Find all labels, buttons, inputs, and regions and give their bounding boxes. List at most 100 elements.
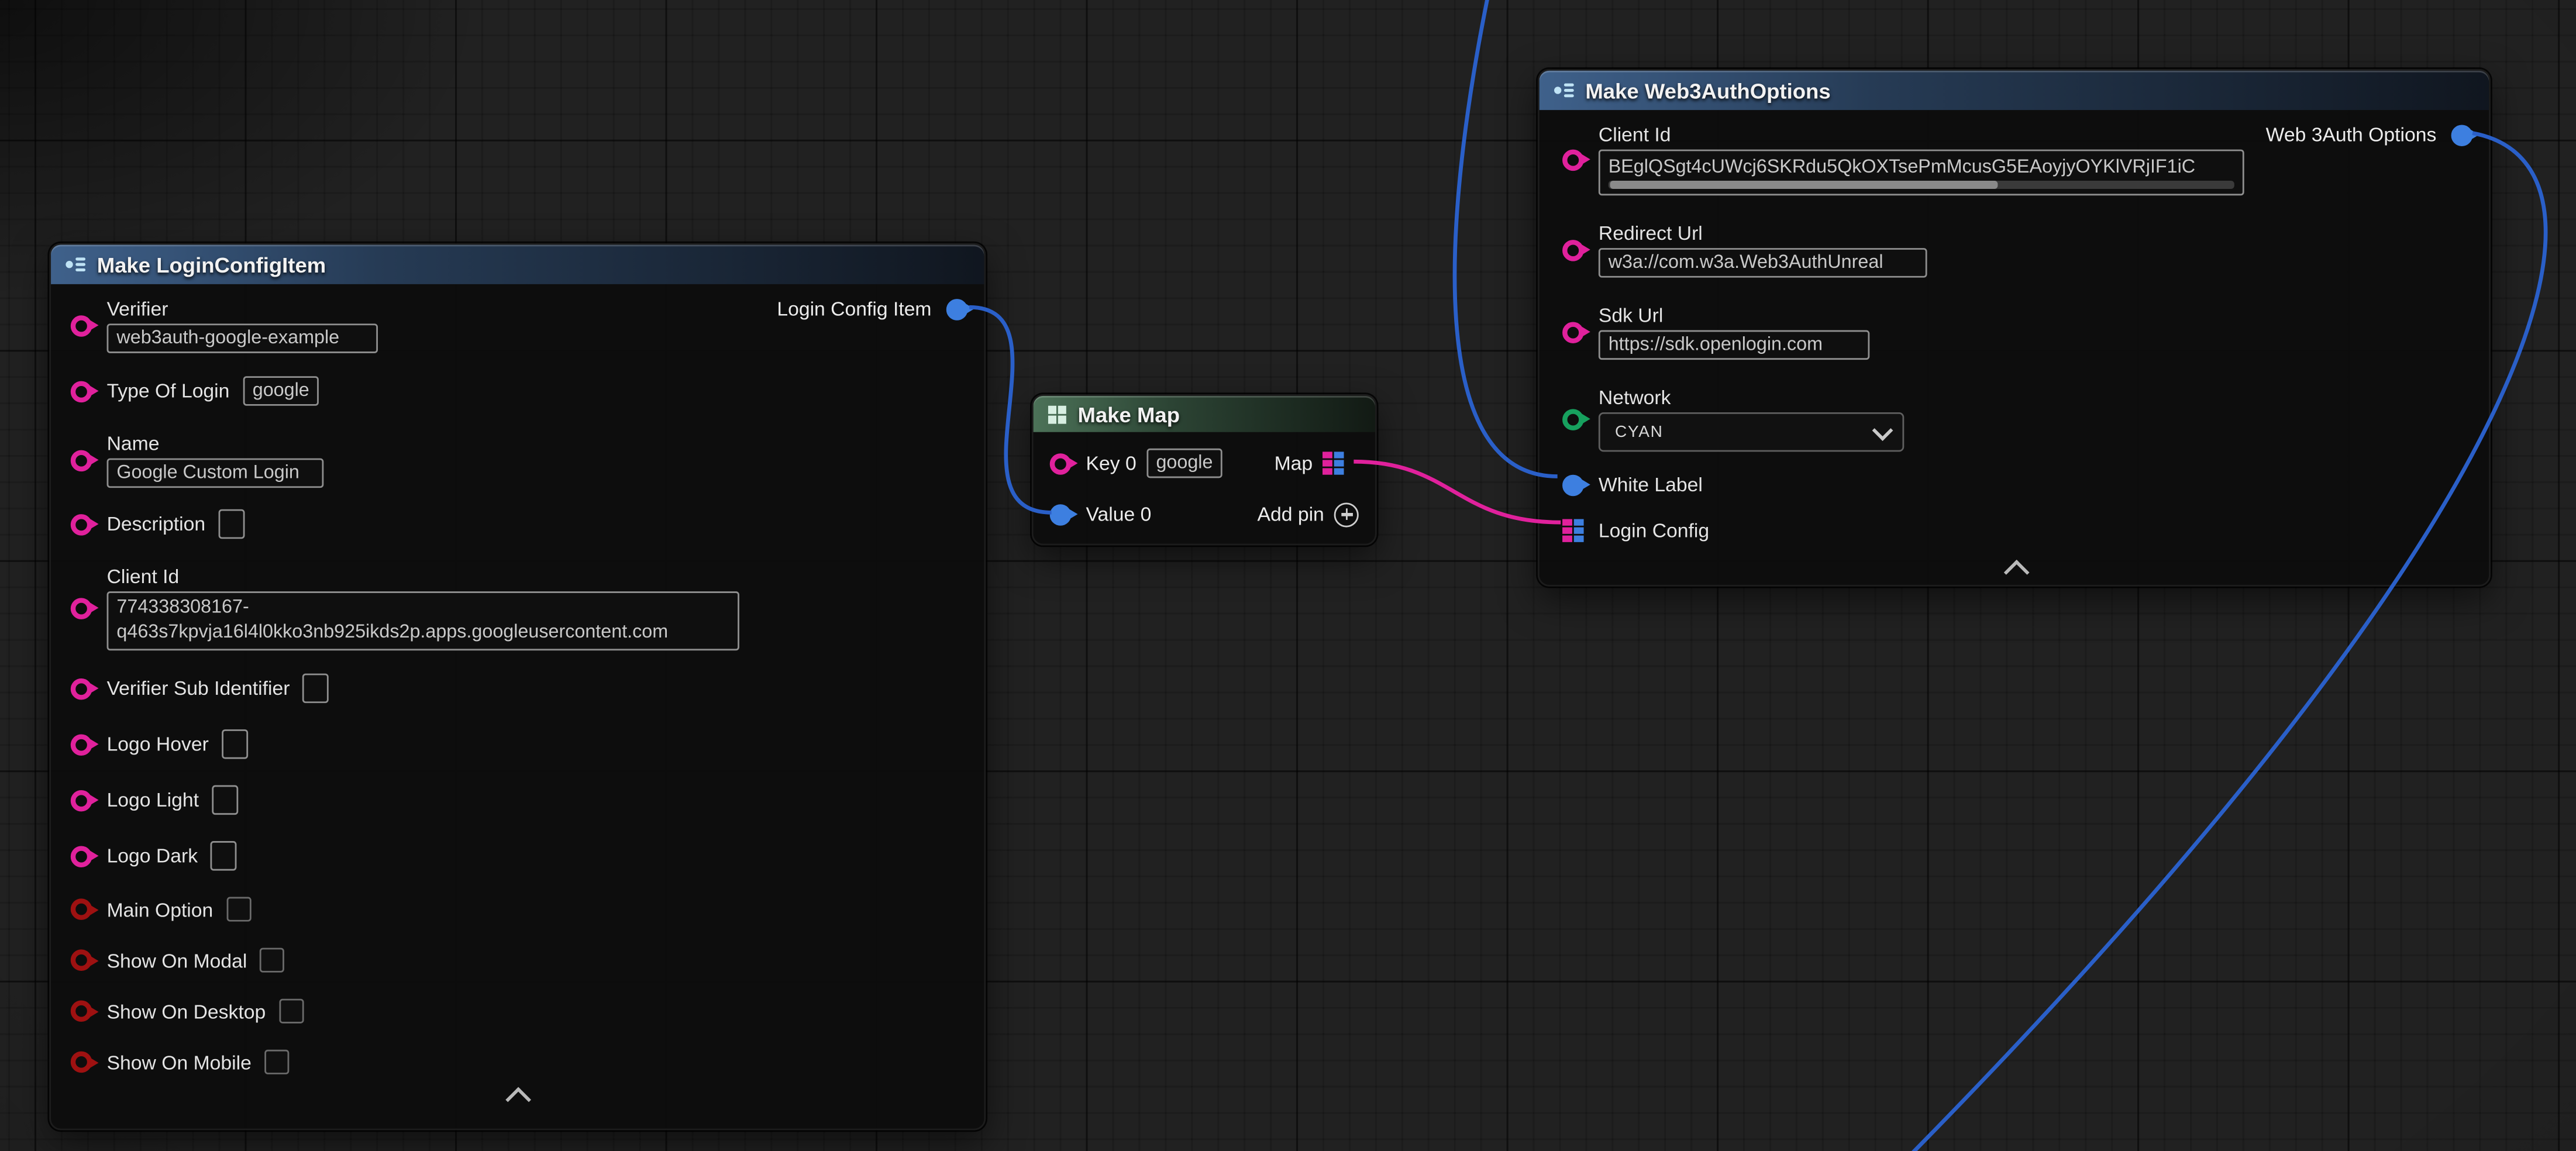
node-title: Make LoginConfigItem [97,252,326,277]
pin-row-login-config: Login Config [1562,518,2469,544]
input-pin-logo-light[interactable] [71,790,92,811]
node-title: Make Map [1078,402,1180,426]
make-struct-icon [1552,79,1575,102]
output-row-login-config-item: Login Config Item [777,297,967,320]
wire-map-to-login-config[interactable] [1354,461,1561,522]
input-pin-logo-dark[interactable] [71,845,92,867]
pin-label-logo-dark: Logo Dark [107,845,198,867]
pin-row-network: Network CYAN [1562,386,2469,452]
pin-row-logo-hover: Logo Hover [71,729,965,759]
pin-row-show-on-mobile: Show On Mobile [71,1050,965,1074]
pin-label-sdk-url: Sdk Url [1599,304,1869,327]
pin-row-logo-light: Logo Light [71,785,965,815]
input-pin-key0[interactable] [1050,453,1072,474]
show-on-mobile-checkbox[interactable] [264,1050,289,1074]
pin-row-redirect-url: Redirect Url w3a://com.w3a.Web3AuthUnrea… [1562,222,2469,277]
chevron-up-icon [2003,560,2029,585]
pin-row-value0: Value 0 Add pin [1034,498,1375,530]
verifier-input[interactable]: web3auth-google-example [107,323,378,353]
node-header-web3authoptions[interactable]: Make Web3AuthOptions [1540,71,2489,110]
collapse-node-button[interactable] [1562,557,2469,585]
network-dropdown[interactable]: CYAN [1599,412,1904,452]
input-pin-show-on-modal[interactable] [71,949,92,971]
collapse-node-button[interactable] [71,1084,965,1112]
input-pin-redirect-url[interactable] [1562,239,1584,261]
logo-dark-input[interactable] [211,841,237,871]
pin-label-login-config: Login Config [1599,519,1709,542]
redirect-url-input[interactable]: w3a://com.w3a.Web3AuthUnreal [1599,248,1927,278]
blueprint-graph-canvas[interactable]: Make LoginConfigItem Login Config Item V… [0,0,2576,1151]
pin-label-key0: Key 0 [1086,452,1137,474]
output-row-web3auth-options: Web 3Auth Options [2266,123,2472,146]
output-pin-label-map: Map [1275,452,1313,474]
pin-row-show-on-desktop: Show On Desktop [71,999,965,1024]
node-make-loginconfigitem[interactable]: Make LoginConfigItem Login Config Item V… [49,243,986,1131]
add-pin-button[interactable]: Add pin [1257,502,1358,526]
pin-label-logo-hover: Logo Hover [107,733,209,756]
output-pin-web3auth-options[interactable] [2451,124,2473,146]
chevron-down-icon [1872,419,1893,440]
logo-hover-input[interactable] [222,729,248,759]
input-pin-verifier[interactable] [71,315,92,336]
input-pin-client-id[interactable] [71,597,92,619]
input-pin-login-config[interactable] [1562,519,1584,542]
pin-row-main-option: Main Option [71,897,965,922]
pin-row-description: Description [71,509,965,539]
node-make-web3authoptions[interactable]: Make Web3AuthOptions Web 3Auth Options C… [1538,69,2491,587]
description-input[interactable] [219,509,245,539]
input-pin-sdk-url[interactable] [1562,321,1584,343]
scrollbar-thumb[interactable] [1610,181,1998,189]
node-header-loginconfigitem[interactable]: Make LoginConfigItem [51,244,984,284]
add-pin-label: Add pin [1257,502,1324,525]
client-id-text: BEglQSgt4cUWcj6SKRdu5QkOXTsePmMcusG5EAoy… [1609,154,2234,178]
network-selected-value: CYAN [1615,423,1664,441]
pin-row-type-of-login: Type Of Login google [71,376,965,406]
name-input[interactable]: Google Custom Login [107,459,324,488]
logo-light-input[interactable] [212,785,238,815]
pin-label-client-id: Client Id [1599,123,2244,146]
pin-label-main-option: Main Option [107,898,213,921]
input-pin-white-label[interactable] [1562,474,1584,495]
output-pin-label: Login Config Item [777,297,931,320]
pin-row-show-on-modal: Show On Modal [71,948,965,973]
output-pin-login-config-item[interactable] [946,298,968,320]
pin-label-verifier: Verifier [107,297,378,320]
map-output-pin[interactable] [1323,452,1344,474]
input-pin-show-on-mobile[interactable] [71,1052,92,1073]
node-title: Make Web3AuthOptions [1585,78,1830,102]
pin-row-verifier-sub-identifier: Verifier Sub Identifier [71,674,965,704]
input-pin-type-of-login[interactable] [71,380,92,402]
pin-label-value0: Value 0 [1086,502,1152,525]
pin-label-name: Name [107,432,324,455]
sdk-url-input[interactable]: https://sdk.openlogin.com [1599,330,1869,360]
pin-row-client-id: Client Id 774338308167- q463s7kpvja16l4l… [71,565,965,650]
key0-input[interactable]: google [1146,449,1222,478]
node-header-make-map[interactable]: Make Map [1034,396,1375,432]
pin-label-client-id: Client Id [107,565,739,588]
verifier-sub-identifier-input[interactable] [303,674,329,704]
horizontal-scrollbar[interactable] [1609,181,2234,189]
show-on-desktop-checkbox[interactable] [279,999,304,1024]
input-pin-client-id[interactable] [1562,149,1584,170]
pin-label-network: Network [1599,386,1904,409]
show-on-modal-checkbox[interactable] [260,948,285,973]
pin-label-show-on-desktop: Show On Desktop [107,1000,266,1022]
client-id-input[interactable]: BEglQSgt4cUWcj6SKRdu5QkOXTsePmMcusG5EAoy… [1599,150,2244,196]
client-id-input[interactable]: 774338308167- q463s7kpvja16l4l0kko3nb925… [107,591,739,650]
node-make-map[interactable]: Make Map Key 0 google Map Value 0 Add pi… [1032,394,1377,545]
input-pin-verifier-sub-identifier[interactable] [71,678,92,699]
input-pin-logo-hover[interactable] [71,733,92,755]
output-pin-label: Web 3Auth Options [2266,123,2437,146]
input-pin-value0[interactable] [1050,504,1072,525]
type-of-login-input[interactable]: google [243,376,318,406]
input-pin-network[interactable] [1562,408,1584,430]
input-pin-name[interactable] [71,449,92,471]
make-struct-icon [64,253,87,276]
pin-label-show-on-modal: Show On Modal [107,949,247,971]
input-pin-description[interactable] [71,514,92,535]
pin-label-description: Description [107,512,206,535]
input-pin-show-on-desktop[interactable] [71,1000,92,1022]
pin-row-white-label: White Label [1562,471,2469,498]
main-option-checkbox[interactable] [226,897,251,922]
input-pin-main-option[interactable] [71,898,92,920]
